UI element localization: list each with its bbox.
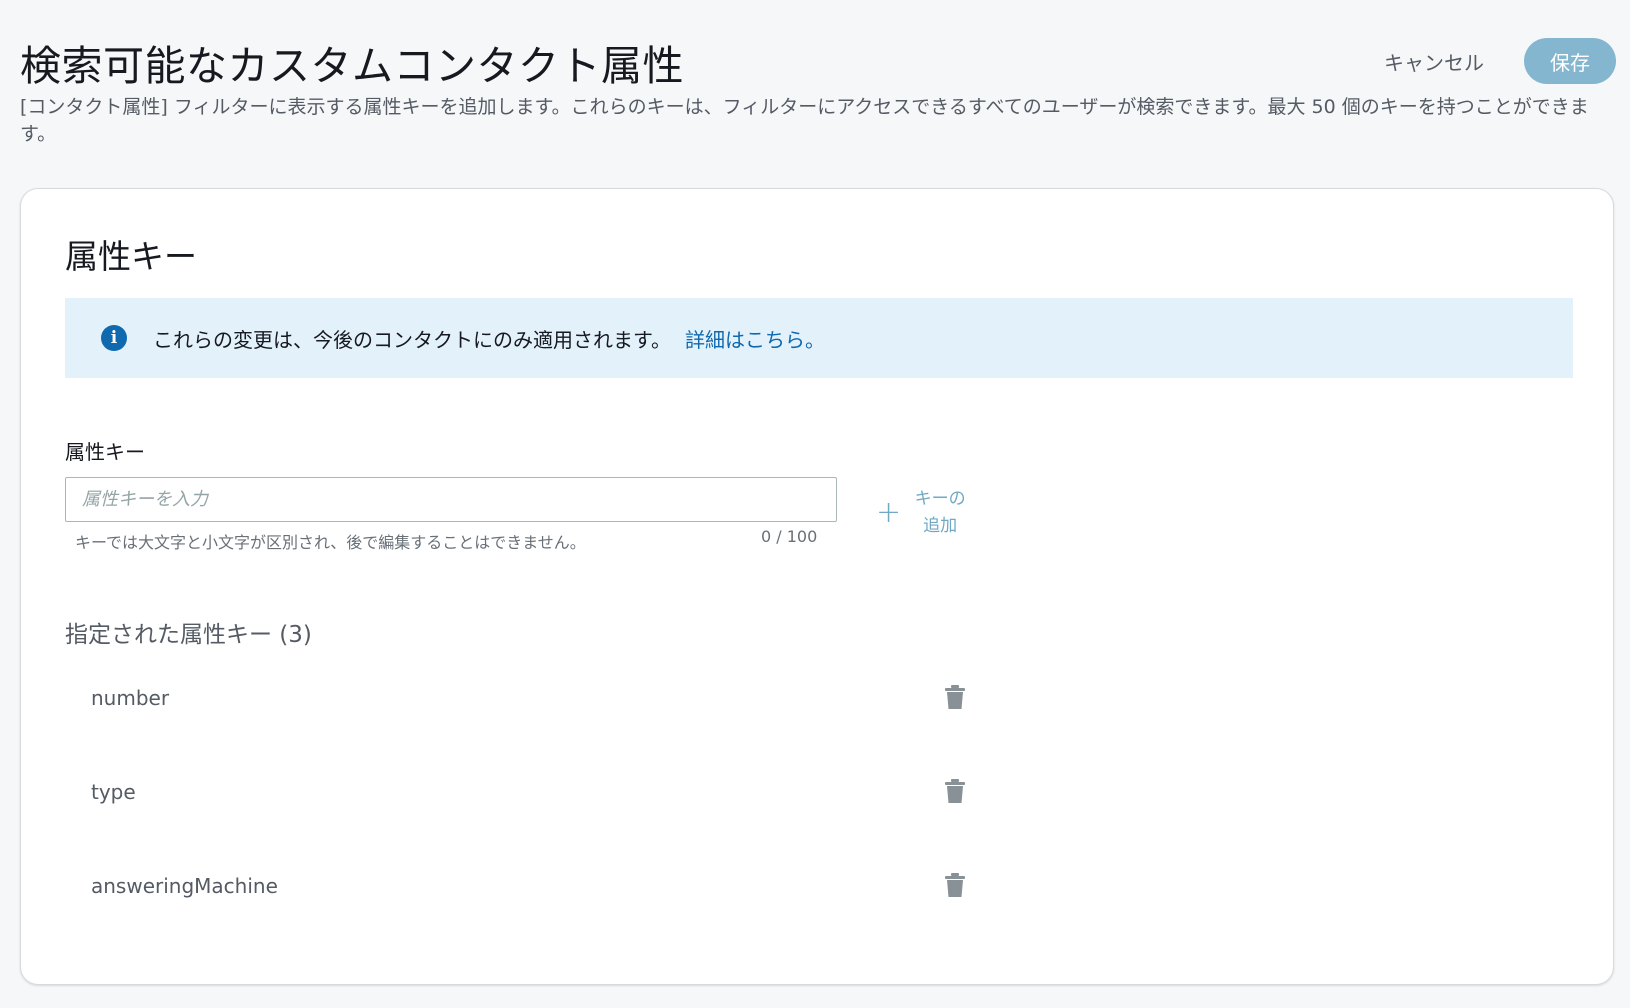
key-name: number (91, 686, 170, 710)
key-name: type (91, 780, 136, 804)
list-item: answeringMachine (65, 839, 965, 933)
trash-icon (945, 873, 965, 897)
save-button[interactable]: 保存 (1524, 38, 1616, 84)
header-actions: キャンセル 保存 (1384, 38, 1616, 84)
card-title: 属性キー (65, 237, 197, 276)
plus-icon: + (876, 495, 902, 530)
attribute-keys-card: 属性キー i これらの変更は、今後のコンタクトにのみ適用されます。 詳細はこちら… (20, 188, 1614, 985)
trash-icon (945, 779, 965, 803)
add-key-button[interactable]: + キーの 追加 (876, 486, 969, 540)
learn-more-link[interactable]: 詳細はこちら。 (685, 324, 825, 353)
attribute-key-label: 属性キー (65, 440, 145, 464)
key-name: answeringMachine (91, 874, 278, 898)
page: 検索可能なカスタムコンタクト属性 [コンタクト属性] フィルターに表示する属性キ… (0, 0, 1630, 1008)
add-key-label: キーの 追加 (911, 486, 969, 540)
delete-key-button[interactable] (943, 873, 967, 899)
list-item: number (65, 651, 965, 745)
page-header: 検索可能なカスタムコンタクト属性 [コンタクト属性] フィルターに表示する属性キ… (20, 38, 1620, 148)
info-text: これらの変更は、今後のコンタクトにのみ適用されます。 (153, 327, 671, 352)
cancel-button[interactable]: キャンセル (1384, 47, 1484, 76)
trash-icon (945, 685, 965, 709)
attribute-key-hint: キーでは大文字と小文字が区別され、後で編集することはできません。 (75, 533, 586, 552)
page-title: 検索可能なカスタムコンタクト属性 (20, 42, 684, 90)
character-count: 0 / 100 (761, 527, 818, 546)
add-key-label-line2: 追加 (923, 516, 958, 536)
specified-keys-title: 指定された属性キー (3) (65, 622, 312, 648)
delete-key-button[interactable] (943, 779, 967, 805)
specified-keys-list: number type answeringMachine (65, 651, 965, 933)
delete-key-button[interactable] (943, 685, 967, 711)
attribute-key-input[interactable] (65, 477, 837, 522)
add-key-label-line1: キーの (914, 489, 966, 509)
page-description: [コンタクト属性] フィルターに表示する属性キーを追加します。これらのキーは、フ… (20, 96, 1589, 145)
list-item: type (65, 745, 965, 839)
info-banner: i これらの変更は、今後のコンタクトにのみ適用されます。 詳細はこちら。 (65, 298, 1573, 378)
info-icon: i (101, 325, 127, 351)
